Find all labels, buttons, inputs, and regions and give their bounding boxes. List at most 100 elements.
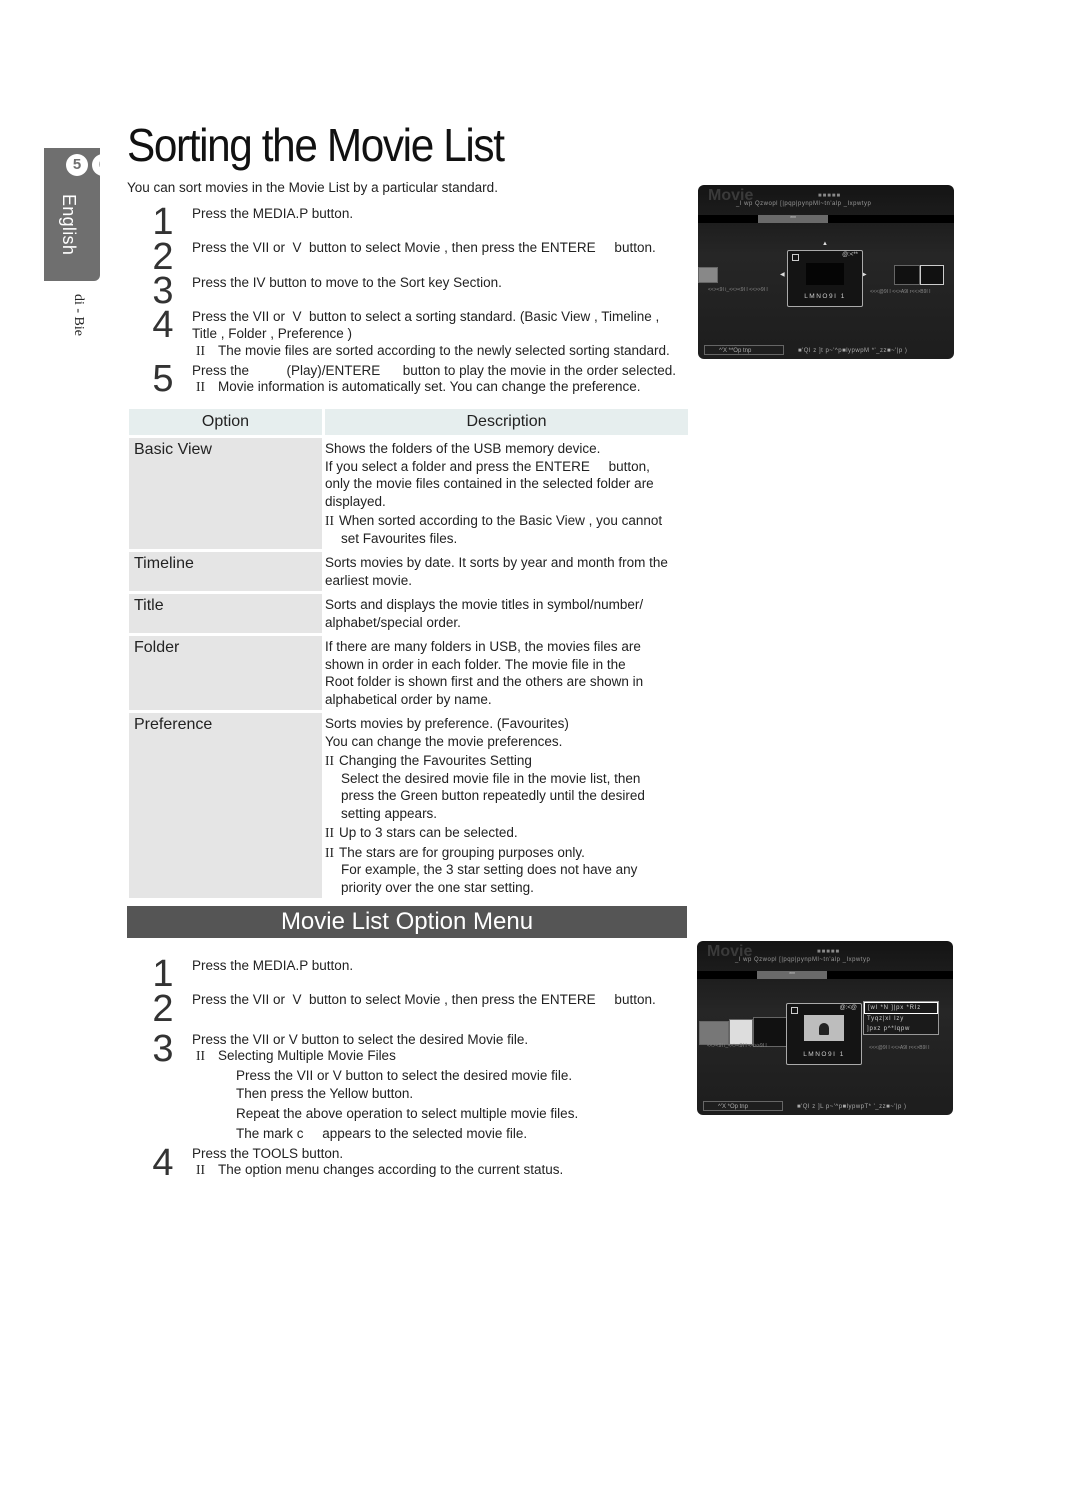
- tv-page-dots: ■■■■■: [817, 949, 841, 955]
- tv-screenshot-movie-list-options: Movie ■■■■■ _I wp Qzwopl [|pqp|pynpMl~tn…: [697, 941, 953, 1115]
- note-body-line: setting appears.: [341, 805, 438, 821]
- note-icon: II: [325, 825, 334, 840]
- step-text: Press the VII or V button to select the …: [192, 1032, 529, 1047]
- tv-option-menu-item[interactable]: [wI *N ]|px *RIz: [864, 1002, 938, 1014]
- description-note: II Changing the Favourites Setting: [325, 752, 688, 770]
- sort-options-table: Option Description Basic View Shows the f…: [129, 409, 688, 901]
- option-step: 4: [148, 1144, 178, 1182]
- note-text: The option menu changes according to the…: [218, 1162, 564, 1177]
- tv-page-dots: ■■■■■: [818, 193, 842, 199]
- step-number: 4: [152, 304, 174, 346]
- tv-option-menu: [wI *N ]|px *RIz Tyqz|xI Izy ]pxz p^*lqp…: [863, 1001, 939, 1035]
- note-icon: II: [325, 753, 334, 768]
- chapter-sub-label: di - Bie: [71, 294, 86, 336]
- description-line: Root folder is shown first and the other…: [325, 674, 644, 689]
- step-text: Press the VII or V button to select Movi…: [192, 240, 656, 255]
- note-body-line: press the Green button repeatedly until …: [341, 788, 645, 803]
- tv-sort-selection: ***: [758, 215, 828, 223]
- step-text: Press the MEDIA.P button.: [192, 206, 354, 221]
- tv-sort-options: _I wp Qzwopl [|pqp|pynpMl~tn'alp _Ixpwty…: [736, 201, 872, 207]
- tv-footer-hints: ■'QI z ]t p~'^p■lypwpM *'_zz■~'|p ): [798, 348, 908, 354]
- step-note: II Selecting Multiple Movie Files: [196, 1047, 396, 1064]
- table-row: Folder If there are many folders in USB, …: [129, 636, 688, 710]
- tv-option-menu-item[interactable]: Tyqz|xI Izy: [864, 1014, 938, 1024]
- note-icon: II: [325, 513, 334, 528]
- description-line: Sorts and displays the movie titles in s…: [325, 597, 644, 612]
- column-header-description: Description: [325, 409, 688, 435]
- note-body-line: set Favourites files.: [341, 530, 458, 546]
- tv-sort-selection: ***: [757, 971, 827, 979]
- tv-option-menu-item[interactable]: ]pxz p^*lqpw: [864, 1024, 938, 1034]
- thumbnail-left: [699, 1021, 729, 1045]
- step-text: Press the TOOLS button.: [192, 1146, 344, 1161]
- checkbox-icon: [791, 1007, 798, 1014]
- description-line: alphabet/special order.: [325, 614, 461, 630]
- description-note: II Up to 3 stars can be selected.: [325, 824, 688, 842]
- checkbox-icon: [792, 254, 799, 261]
- note-icon: II: [196, 379, 205, 394]
- up-arrow-icon: ▲: [822, 241, 828, 247]
- thumbnail-right: [894, 265, 920, 285]
- option-cell: Title: [129, 594, 322, 633]
- option-cell: Folder: [129, 636, 322, 710]
- sub-instruction: Press the VII or V button to select the …: [236, 1068, 573, 1083]
- description-cell: If there are many folders in USB, the mo…: [325, 636, 688, 710]
- option-cell: Timeline: [129, 552, 322, 591]
- step-number: 3: [152, 1028, 174, 1070]
- language-label: English: [59, 194, 79, 256]
- poster-figure: [819, 1023, 829, 1035]
- column-header-option: Option: [129, 409, 322, 435]
- step-text: Press the VII or V button to select Movi…: [192, 992, 656, 1007]
- note-title: When sorted according to the Basic View …: [339, 513, 663, 528]
- note-body-line: For example, the 3 star setting does not…: [341, 862, 638, 877]
- thumbnail-right: [920, 265, 944, 285]
- tv-meta-right: <<<@9I I <<>A9I r<<>B9I I: [870, 289, 931, 295]
- option-step: 2: [148, 990, 178, 1028]
- step-text: Press the MEDIA.P button.: [192, 958, 354, 973]
- tv-footer-hints: ■'QI z ]L p~'^p■lypwpT* '_zz■~'|p ): [797, 1104, 907, 1110]
- tv-meta-left: <<><9I i_<<><9I I <<>>9I I: [708, 287, 768, 293]
- step-note: II The option menu changes according to t…: [196, 1161, 563, 1178]
- option-cell: Preference: [129, 713, 322, 898]
- note-title: The stars are for grouping purposes only…: [339, 844, 585, 860]
- table-header-row: Option Description: [129, 409, 688, 435]
- sub-instruction: The mark c appears to the selected movie…: [236, 1126, 528, 1141]
- thumbnail-left: [729, 1019, 753, 1045]
- tv-footer-device: ^'X *Op tnp: [703, 1101, 783, 1111]
- intro-text: You can sort movies in the Movie List by…: [127, 180, 498, 195]
- step-number: 4: [152, 1142, 174, 1184]
- section-title-bar: Movie List Option Menu: [127, 906, 687, 938]
- description-line: If you select a folder and press the ENT…: [325, 458, 650, 474]
- note-icon: II: [196, 343, 205, 358]
- tv-meta-right: <<<@9I I <<>A9I r<<>B9I I: [869, 1045, 930, 1051]
- description-cell: Sorts movies by date. It sorts by year a…: [325, 552, 688, 591]
- tv-footer-device: ^'X **Op tnp: [704, 345, 784, 355]
- description-line: displayed.: [325, 493, 386, 509]
- note-icon: II: [196, 1162, 205, 1177]
- page-number-digit: 6: [92, 154, 100, 176]
- tv-screenshot-movie-list-sort: Movie ■■■■■ _I wp Qzwopl [|pqp|pynpMl~tn…: [698, 185, 954, 359]
- tv-card-label: LMNO9I 1: [804, 293, 846, 300]
- note-icon: II: [196, 1048, 205, 1063]
- tv-card-label: LMNO9I 1: [803, 1051, 845, 1058]
- tv-sort-options: _I wp Qzwopl [|pqp|pynpMl~tn'alp _Ixpwty…: [735, 957, 871, 963]
- description-line: shown in order in each folder. The movie…: [325, 656, 626, 672]
- option-cell: Basic View: [129, 438, 322, 549]
- step-note: II The movie files are sorted according t…: [196, 342, 670, 359]
- sort-step: 4: [148, 306, 178, 344]
- page-title: Sorting the Movie List: [127, 119, 505, 171]
- table-row: Basic View Shows the folders of the USB m…: [129, 438, 688, 549]
- step-text-continued: Title , Folder , Preference ): [192, 326, 353, 341]
- movie-poster: [804, 1015, 844, 1041]
- description-note: II The stars are for grouping purposes on…: [325, 844, 688, 862]
- step-number: 2: [152, 988, 174, 1030]
- description-line: If there are many folders in USB, the mo…: [325, 639, 641, 654]
- description-line: only the movie files contained in the se…: [325, 476, 654, 491]
- description-line: Sorts movies by date. It sorts by year a…: [325, 555, 668, 570]
- description-note: II When sorted according to the Basic Vie…: [325, 512, 688, 530]
- step-text: Press the IV button to move to the Sort …: [192, 275, 502, 290]
- description-cell: Sorts and displays the movie titles in s…: [325, 594, 688, 633]
- option-step: 3: [148, 1030, 178, 1068]
- table-row: Timeline Sorts movies by date. It sorts b…: [129, 552, 688, 591]
- tv-selected-movie-card: @:<@ LMNO9I 1: [786, 1003, 862, 1065]
